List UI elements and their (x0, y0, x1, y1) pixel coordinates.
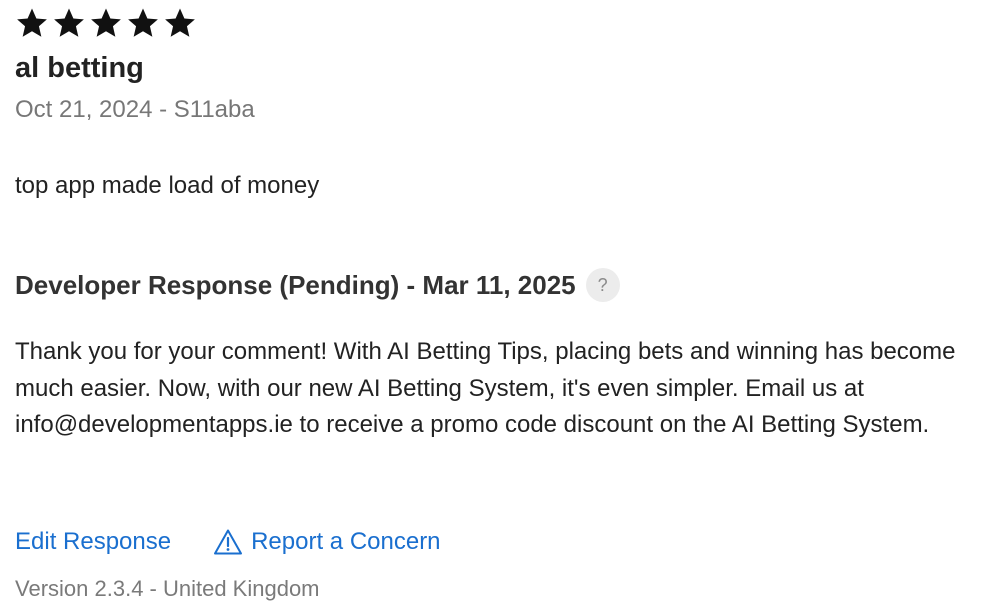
star-icon (89, 6, 123, 40)
review-meta: Oct 21, 2024 - S11aba (15, 96, 255, 123)
developer-response-header: Developer Response (Pending) - Mar 11, 2… (15, 268, 620, 302)
review-title: al betting (15, 52, 144, 84)
star-rating (15, 6, 197, 40)
response-actions: Edit Response Report a Concern (15, 528, 441, 556)
version-info: Version 2.3.4 - United Kingdom (15, 576, 320, 601)
warning-triangle-icon (213, 528, 243, 556)
report-concern-link[interactable]: Report a Concern (213, 528, 441, 556)
star-icon (126, 6, 160, 40)
help-button[interactable]: ? (585, 268, 620, 302)
star-icon (163, 6, 197, 40)
developer-response-heading: Developer Response (Pending) - Mar 11, 2… (15, 269, 576, 300)
edit-response-link[interactable]: Edit Response (15, 528, 171, 556)
developer-response-text: Thank you for your comment! With AI Bett… (15, 338, 956, 438)
star-icon (15, 6, 49, 40)
review-body: top app made load of money (15, 172, 320, 199)
question-mark-icon: ? (597, 274, 608, 295)
star-icon (52, 6, 86, 40)
report-concern-label: Report a Concern (251, 528, 441, 555)
